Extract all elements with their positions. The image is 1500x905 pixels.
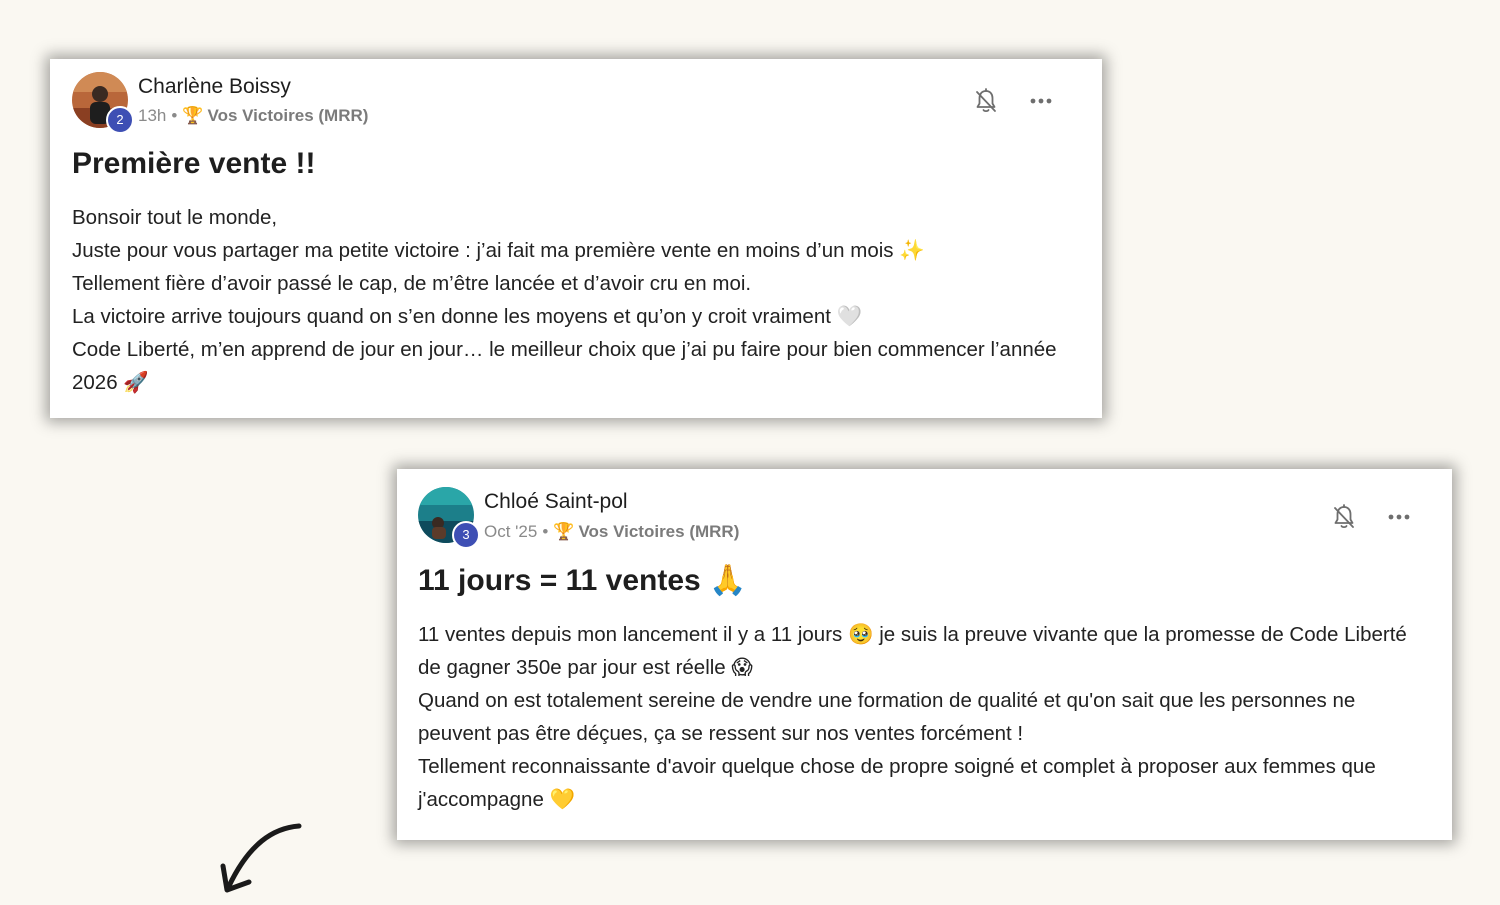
post-card[interactable]: 3 Chloé Saint-pol Oct '25 • 🏆 Vos Victoi… [397, 469, 1452, 840]
post-title: Première vente !! [72, 147, 316, 180]
post-time: 13h [138, 106, 167, 125]
meta-separator: • [171, 106, 178, 125]
post-meta: Oct '25 • 🏆 Vos Victoires (MRR) [484, 522, 739, 542]
level-badge: 3 [452, 521, 480, 549]
body-paragraph: Juste pour vous partager ma petite victo… [72, 239, 925, 262]
post-time: Oct '25 [484, 522, 538, 541]
body-paragraph: 11 ventes depuis mon lancement il y a 11… [418, 623, 1407, 679]
more-horizontal-icon[interactable] [1026, 86, 1056, 116]
body-paragraph: Tellement reconnaissante d'avoir quelque… [418, 755, 1376, 811]
avatar[interactable]: 3 [418, 487, 480, 549]
body-paragraph: La victoire arrive toujours quand on s’e… [72, 305, 863, 328]
post-meta: 13h • 🏆 Vos Victoires (MRR) [138, 106, 368, 126]
body-paragraph: Bonsoir tout le monde, [72, 206, 278, 229]
bell-off-icon[interactable] [971, 86, 1001, 116]
author-name[interactable]: Chloé Saint-pol [484, 490, 628, 514]
author-name[interactable]: Charlène Boissy [138, 75, 291, 99]
post-title: 11 jours = 11 ventes 🙏 [418, 564, 747, 597]
body-paragraph: Code Liberté, m’en apprend de jour en jo… [72, 338, 1057, 394]
post-body: Bonsoir tout le monde, Juste pour vous p… [72, 201, 1062, 399]
trophy-icon: 🏆 [553, 522, 575, 541]
post-body: 11 ventes depuis mon lancement il y a 11… [418, 618, 1433, 816]
curved-arrow-down-left-icon [215, 820, 310, 900]
more-horizontal-icon[interactable] [1384, 502, 1414, 532]
meta-separator: • [542, 522, 549, 541]
category-link[interactable]: Vos Victoires (MRR) [578, 522, 739, 542]
body-paragraph: Quand on est totalement sereine de vendr… [418, 689, 1356, 745]
bell-off-icon[interactable] [1329, 502, 1359, 532]
category-link[interactable]: Vos Victoires (MRR) [208, 106, 369, 126]
trophy-icon: 🏆 [182, 106, 204, 125]
avatar[interactable]: 2 [72, 72, 134, 134]
post-card[interactable]: 2 Charlène Boissy 13h • 🏆 Vos Victoires … [50, 59, 1102, 418]
body-paragraph: Tellement fière d’avoir passé le cap, de… [72, 272, 752, 295]
level-badge: 2 [106, 106, 134, 134]
